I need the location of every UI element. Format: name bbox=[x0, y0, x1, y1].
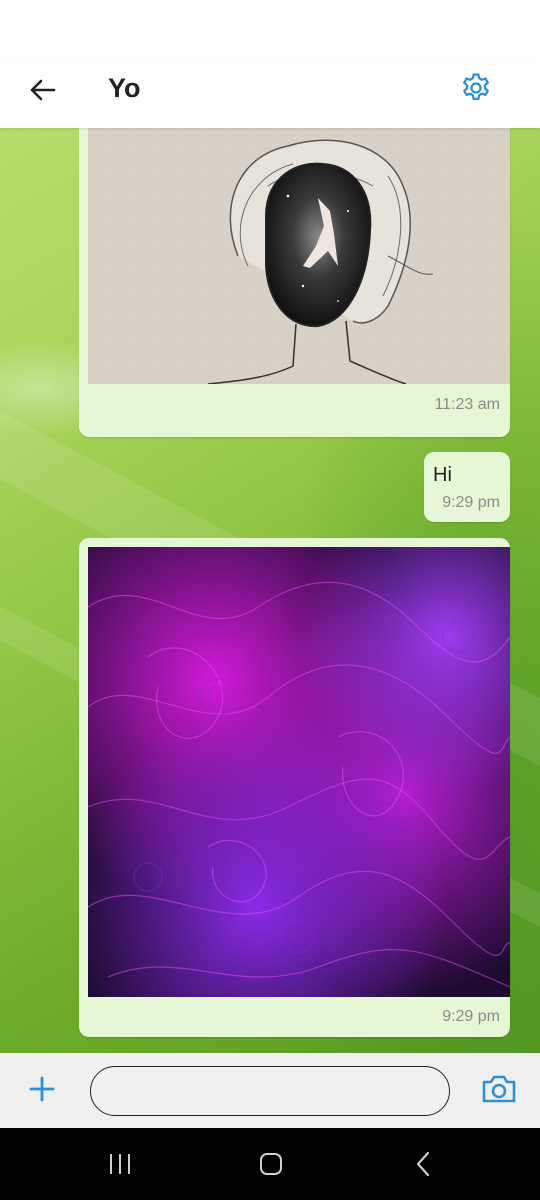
message-bubble-text[interactable]: Hi 9:29 pm bbox=[424, 452, 510, 522]
nav-back-button[interactable] bbox=[403, 1148, 443, 1180]
settings-button[interactable] bbox=[456, 68, 496, 108]
message-text: Hi bbox=[433, 464, 452, 486]
recent-apps-button[interactable] bbox=[100, 1148, 140, 1180]
plus-icon bbox=[29, 1076, 55, 1102]
message-bubble-image[interactable]: 11:23 am bbox=[79, 128, 510, 437]
message-input[interactable] bbox=[90, 1066, 450, 1116]
status-bar bbox=[0, 0, 540, 60]
add-attachment-button[interactable] bbox=[24, 1071, 60, 1107]
message-time: 11:23 am bbox=[434, 396, 500, 413]
back-button[interactable] bbox=[22, 70, 62, 110]
nav-back-icon bbox=[416, 1151, 430, 1177]
chat-title: Yo bbox=[108, 73, 141, 103]
sketch-artwork bbox=[88, 128, 510, 384]
system-nav-bar bbox=[0, 1128, 540, 1200]
home-button[interactable] bbox=[251, 1148, 291, 1180]
message-bubble-image[interactable]: 9:29 pm bbox=[79, 538, 510, 1037]
gear-icon bbox=[463, 73, 489, 101]
home-icon bbox=[260, 1153, 282, 1175]
recent-apps-icon bbox=[110, 1154, 130, 1174]
message-time: 9:29 pm bbox=[442, 1008, 500, 1025]
message-time: 9:29 pm bbox=[442, 494, 500, 511]
chat-area[interactable]: 11:23 am Hi 9:29 pm 9:29 pm bbox=[0, 128, 540, 1053]
app-bar: Yo bbox=[0, 60, 540, 128]
arrow-left-icon bbox=[30, 79, 56, 101]
sketch-image[interactable] bbox=[88, 128, 510, 384]
camera-button[interactable] bbox=[478, 1071, 520, 1107]
composer-bar bbox=[0, 1053, 540, 1128]
abstract-artwork bbox=[88, 547, 510, 997]
camera-icon bbox=[482, 1075, 516, 1103]
abstract-image[interactable] bbox=[88, 547, 510, 997]
